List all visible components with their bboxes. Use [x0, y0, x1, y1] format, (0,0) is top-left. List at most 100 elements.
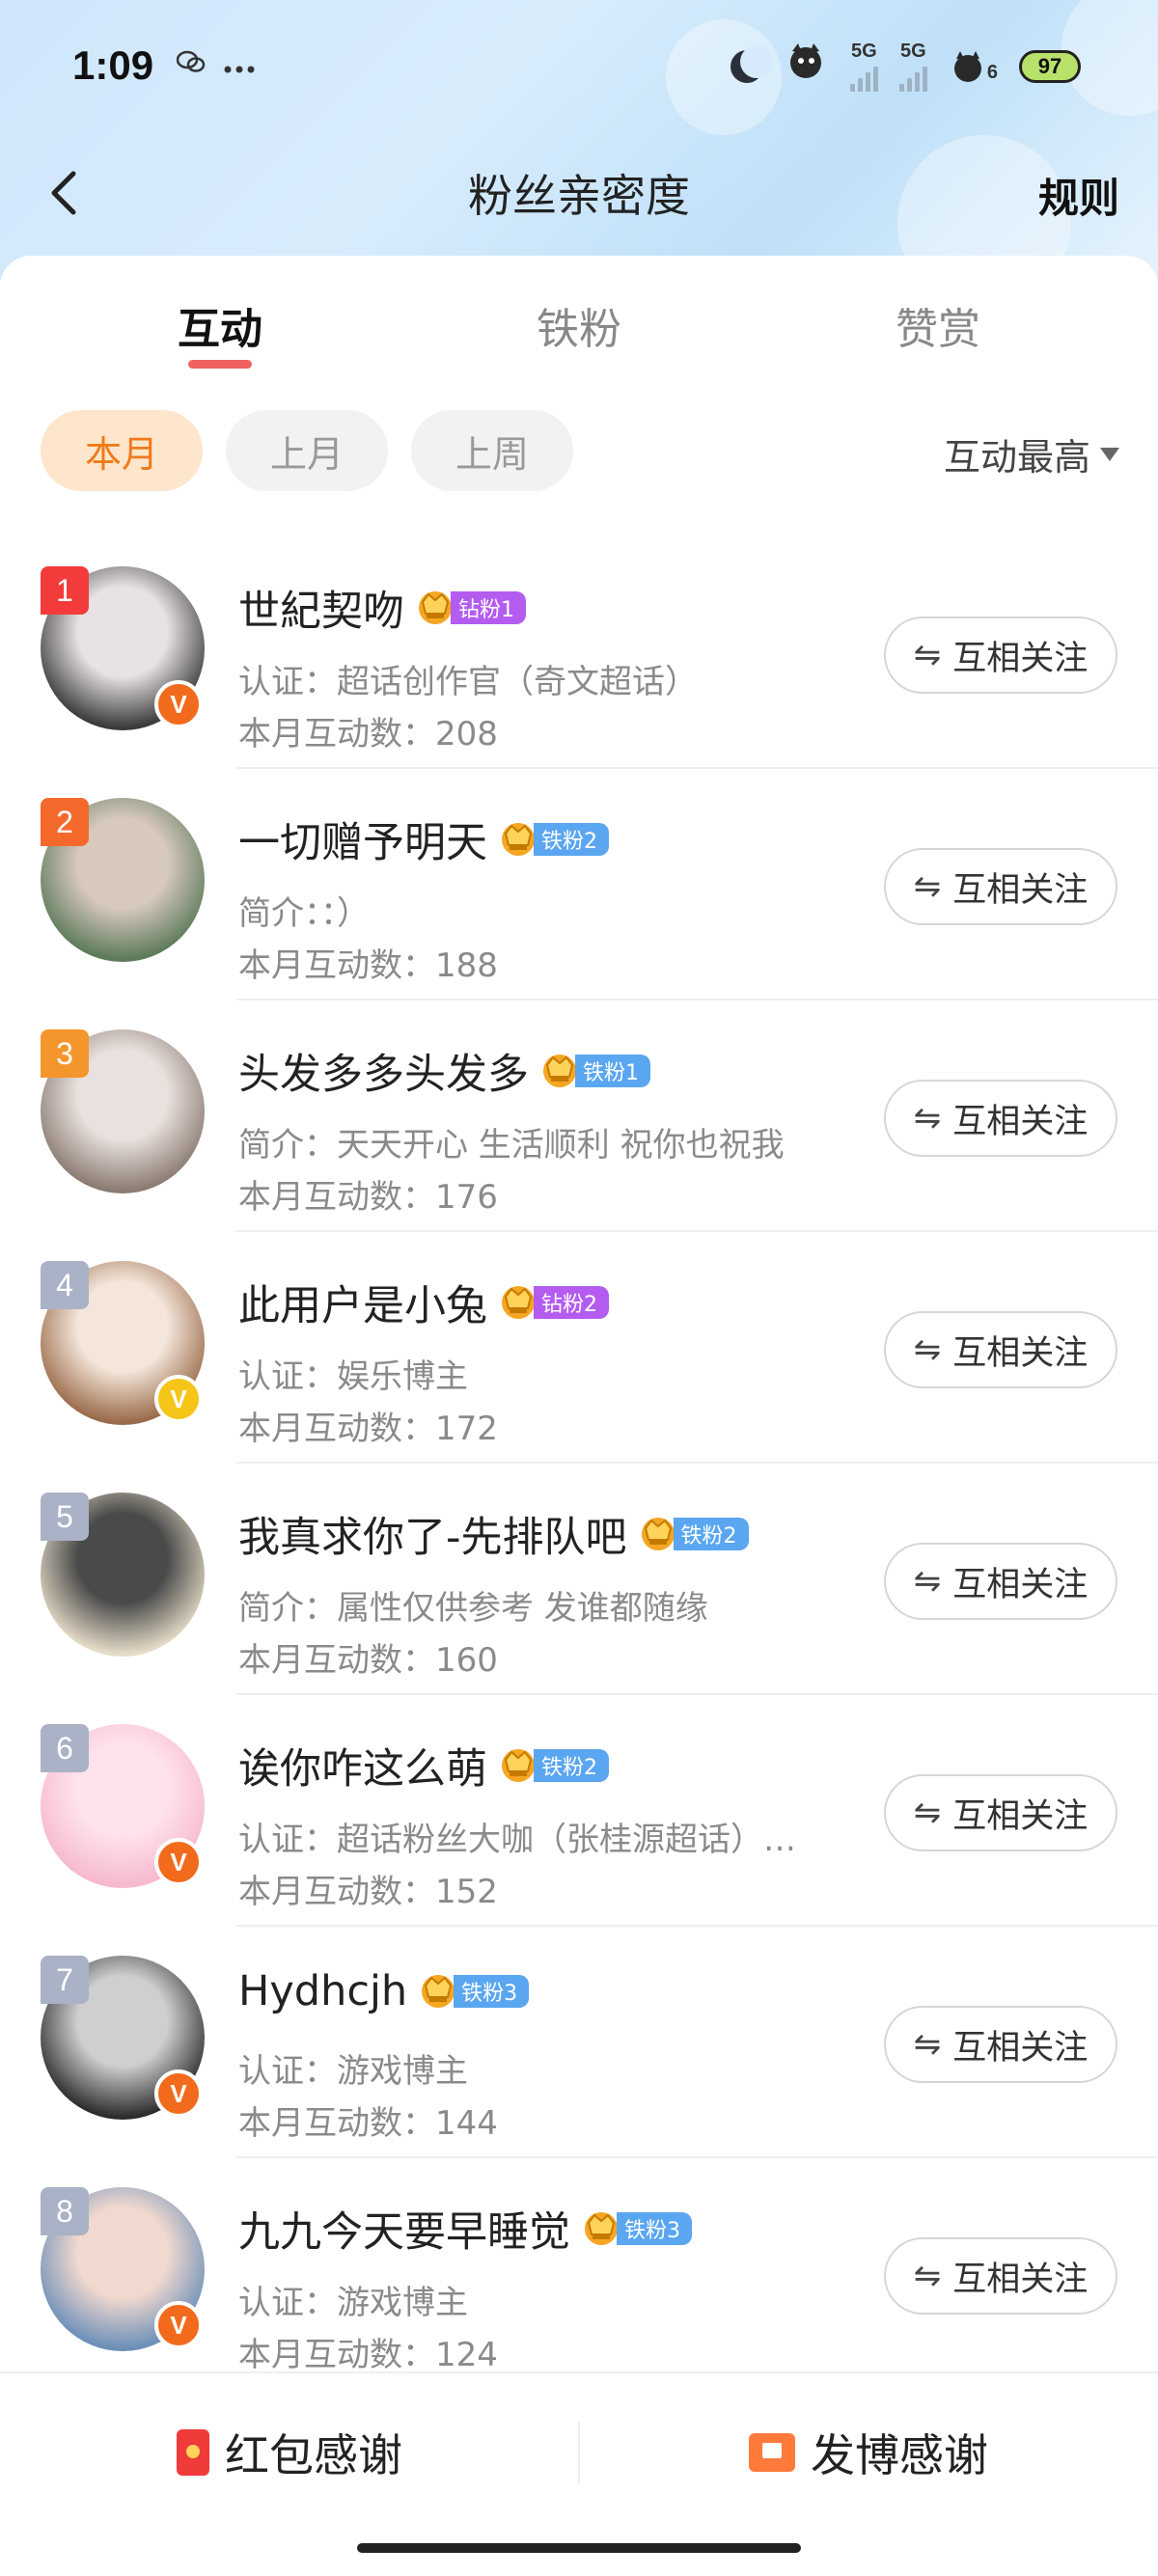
- fan-description: 认证：超话粉丝大咖（张桂源超话）…: [238, 1821, 796, 1859]
- fan-name[interactable]: 世紀契吻: [238, 578, 404, 638]
- fan-level-badge: 钻粉1: [414, 589, 526, 626]
- fan-name[interactable]: 诶你咋这么萌: [238, 1736, 487, 1795]
- fan-level-label: 铁粉3: [617, 2212, 692, 2245]
- mutual-follow-button[interactable]: ⇋ 互相关注: [884, 1774, 1117, 1851]
- fan-level-label: 铁粉1: [575, 1055, 650, 1087]
- sort-dropdown[interactable]: 互动最高: [944, 427, 1119, 480]
- filter-last-week[interactable]: 上周: [411, 410, 574, 491]
- fan-list-item[interactable]: 2 一切赠予明天 铁粉2 简介：：） 本月互动数：188 ⇋ 互相关注: [0, 769, 1158, 1000]
- mutual-follow-button[interactable]: ⇋ 互相关注: [884, 1543, 1117, 1620]
- rank-badge: 1: [41, 566, 89, 615]
- fan-description: 简介：：）: [238, 894, 370, 933]
- content-sheet: 互动 铁粉 赞赏 本月 上月 上周 互动最高 1 V 世紀契吻 钻粉1 认证：超话创作官…: [0, 256, 1158, 2576]
- fan-level-badge: 铁粉2: [637, 1516, 749, 1552]
- fan-level-label: 钻粉1: [451, 591, 526, 624]
- chevron-left-icon: [51, 171, 76, 215]
- home-indicator: [357, 2543, 801, 2553]
- signal-1-label: 5G: [851, 41, 877, 62]
- name-line: 诶你咋这么萌 铁粉2: [238, 1736, 609, 1795]
- mutual-follow-label: 互相关注: [952, 2028, 1089, 2068]
- name-line: 头发多多头发多 铁粉1: [238, 1041, 650, 1101]
- rank-badge: 7: [41, 1956, 89, 2004]
- signal-bars-icon: [898, 63, 927, 92]
- page-title: 粉丝亲密度: [468, 170, 690, 222]
- tab-iron-fans[interactable]: 铁粉: [473, 294, 685, 356]
- fan-list-item[interactable]: 5 我真求你了-先排队吧 铁粉2 简介：属性仅供参考 发谁都随缘 本月互动数：160 ⇋ 互…: [0, 1464, 1158, 1695]
- nav-bar: 粉丝亲密度 规则: [0, 145, 1158, 241]
- fan-name[interactable]: 头发多多头发多: [238, 1041, 529, 1101]
- rules-button[interactable]: 规则: [1038, 166, 1119, 225]
- name-line: 我真求你了-先排队吧 铁粉2: [238, 1504, 749, 1564]
- swap-arrows-icon: ⇋: [913, 2257, 942, 2295]
- interaction-count: 本月互动数：208: [238, 715, 498, 754]
- fan-level-label: 铁粉3: [454, 1975, 530, 2008]
- bottom-action-bar: 红包感谢 发博感谢: [0, 2371, 1158, 2530]
- interaction-count: 本月互动数：152: [238, 1873, 498, 1911]
- fan-name[interactable]: 九九今天要早睡觉: [238, 2199, 570, 2259]
- mutual-follow-button[interactable]: ⇋ 互相关注: [884, 848, 1117, 925]
- name-line: 世紀契吻 钻粉1: [238, 578, 526, 638]
- rank-badge: 5: [41, 1493, 89, 1541]
- verified-icon: V: [154, 1838, 203, 1886]
- fan-list-item[interactable]: 4 V 此用户是小兔 钻粉2 认证：娱乐博主 本月互动数：172 ⇋ 互相关注: [0, 1232, 1158, 1464]
- fan-name[interactable]: 此用户是小兔: [238, 1273, 487, 1332]
- rank-number: 6: [56, 1730, 73, 1766]
- mutual-follow-label: 互相关注: [952, 1565, 1089, 1604]
- status-notifications: [176, 49, 256, 81]
- post-thanks-label: 发博感谢: [811, 2429, 988, 2481]
- status-bar: 1:09 5G 5G 6 97: [0, 0, 1158, 130]
- interaction-count: 本月互动数：144: [238, 2104, 498, 2143]
- tab-tips[interactable]: 赞赏: [832, 294, 1044, 356]
- red-packet-thanks-button[interactable]: 红包感谢: [0, 2373, 579, 2532]
- period-filters: 本月 上月 上周: [41, 410, 574, 491]
- back-button[interactable]: [37, 164, 95, 222]
- mutual-follow-button[interactable]: ⇋ 互相关注: [884, 2006, 1117, 2083]
- filter-last-month[interactable]: 上月: [226, 410, 389, 491]
- fan-description: 简介：属性仅供参考 发谁都随缘: [238, 1589, 708, 1628]
- post-thanks-button[interactable]: 发博感谢: [579, 2373, 1158, 2532]
- rank-badge: 2: [41, 798, 89, 846]
- wechat-icon: [176, 49, 206, 81]
- signal-2-label: 5G: [900, 41, 926, 62]
- fan-description: 认证：超话创作官（奇文超话）: [238, 663, 698, 701]
- tab-bar: 互动 铁粉 赞赏: [0, 294, 1158, 381]
- fan-list-item[interactable]: 1 V 世紀契吻 钻粉1 认证：超话创作官（奇文超话） 本月互动数：208 ⇋ 互相关注: [0, 537, 1158, 769]
- mutual-follow-button[interactable]: ⇋ 互相关注: [884, 1311, 1117, 1388]
- tab-interaction[interactable]: 互动: [114, 294, 326, 356]
- fan-name[interactable]: 一切赠予明天: [238, 809, 487, 869]
- fan-level-label: 铁粉2: [673, 1518, 749, 1550]
- filter-this-month[interactable]: 本月: [41, 410, 204, 491]
- mutual-follow-label: 互相关注: [952, 2260, 1089, 2299]
- verified-icon: V: [154, 1375, 203, 1423]
- rank-badge: 4: [41, 1261, 89, 1309]
- fan-description: 认证：游戏博主: [238, 2284, 468, 2322]
- signal-bars-icon: [849, 63, 878, 92]
- fan-name[interactable]: 我真求你了-先排队吧: [238, 1504, 627, 1564]
- status-time: 1:09: [72, 41, 154, 88]
- fan-level-badge: 钻粉2: [497, 1284, 609, 1321]
- sim-count: 6: [986, 61, 998, 83]
- cat-sim-icon: 6: [949, 49, 998, 84]
- rank-number: 1: [56, 572, 73, 608]
- mutual-follow-button[interactable]: ⇋ 互相关注: [884, 1080, 1117, 1157]
- mutual-follow-button[interactable]: ⇋ 互相关注: [884, 2237, 1117, 2315]
- mutual-follow-button[interactable]: ⇋ 互相关注: [884, 617, 1117, 694]
- swap-arrows-icon: ⇋: [913, 1562, 942, 1601]
- fan-list-item[interactable]: 8 V 九九今天要早睡觉 铁粉3 认证：游戏博主 本月互动数：124 ⇋ 互相关注: [0, 2158, 1158, 2390]
- fan-level-label: 铁粉2: [534, 1749, 609, 1782]
- fan-name[interactable]: Hydhcjh: [238, 1967, 407, 2015]
- divider: [578, 2422, 580, 2483]
- mutual-follow-label: 互相关注: [952, 1333, 1089, 1373]
- swap-arrows-icon: ⇋: [913, 1794, 942, 1832]
- verified-icon: V: [154, 680, 203, 728]
- signal-1: 5G: [849, 41, 878, 92]
- fan-list-item[interactable]: 3 头发多多头发多 铁粉1 简介：天天开心 生活顺利 祝你也祝我 本月互动数：176 ⇋ 互…: [0, 1000, 1158, 1232]
- sort-label: 互动最高: [943, 436, 1090, 479]
- status-right-icons: 5G 5G 6 97: [730, 41, 1081, 92]
- cat-icon: [785, 41, 829, 91]
- fan-description: 认证：游戏博主: [238, 2052, 468, 2091]
- crown-icon: [637, 1513, 679, 1555]
- fan-list-item[interactable]: 6 V 诶你咋这么萌 铁粉2 认证：超话粉丝大咖（张桂源超话）… 本月互动数：152 ⇋ 互相…: [0, 1695, 1158, 1927]
- mutual-follow-label: 互相关注: [952, 639, 1089, 678]
- fan-list-item[interactable]: 7 V Hydhcjh 铁粉3 认证：游戏博主 本月互动数：144 ⇋ 互相关注: [0, 1927, 1158, 2158]
